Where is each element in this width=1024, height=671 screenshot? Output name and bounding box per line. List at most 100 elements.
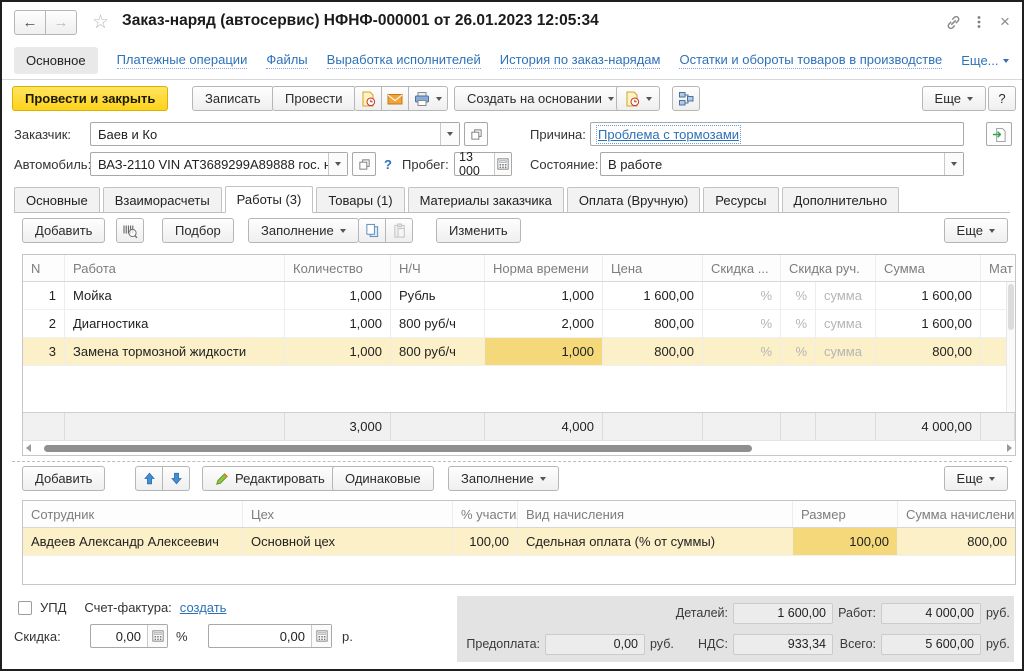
customer-dropdown-button[interactable] [440, 123, 459, 145]
car-help-icon[interactable]: ? [384, 157, 392, 172]
cell-accrual[interactable]: Сдельная оплата (% от суммы) [518, 528, 793, 555]
col-header-share[interactable]: % участия [453, 501, 518, 527]
works-pick-button[interactable]: Подбор [162, 218, 234, 243]
employees-table-empty-area[interactable] [23, 556, 1015, 584]
cell-discount-auto[interactable]: % [703, 338, 781, 365]
works-horizontal-scrollbar[interactable] [23, 440, 1015, 455]
state-combobox[interactable]: В работе [600, 152, 964, 176]
car-value[interactable]: ВАЗ-2110 VIN АТ3689299А89888 гос. н [91, 153, 328, 175]
cell-discount-manual-pct[interactable]: % [781, 282, 816, 309]
paste-rows-button[interactable] [385, 218, 413, 243]
cell-nh[interactable]: Рубль [391, 282, 485, 309]
tab-additional[interactable]: Дополнительно [782, 187, 900, 212]
write-button[interactable]: Записать [192, 86, 274, 111]
reason-value-link[interactable]: Проблема с тормозами [598, 127, 739, 142]
discount-percent-calculator-button[interactable] [147, 625, 167, 647]
col-header-shop[interactable]: Цех [243, 501, 453, 527]
discount-amount-value[interactable]: 0,00 [209, 625, 311, 647]
forward-button[interactable]: → [45, 10, 77, 35]
scroll-right-icon[interactable] [1007, 444, 1012, 452]
cell-discount-manual-sum[interactable]: сумма [816, 338, 876, 365]
scrollbar-thumb[interactable] [1008, 284, 1014, 330]
cell-price[interactable]: 1 600,00 [603, 282, 703, 309]
nav-link-performers-output[interactable]: Выработка исполнителей [327, 52, 481, 69]
state-dropdown-button[interactable] [944, 153, 963, 175]
cell-discount-auto[interactable]: % [703, 282, 781, 309]
cell-work[interactable]: Замена тормозной жидкости [65, 338, 285, 365]
post-and-close-button[interactable]: Провести и закрыть [12, 86, 168, 111]
tab-works[interactable]: Работы (3) [225, 186, 314, 213]
col-header-discount-auto[interactable]: Скидка ... [703, 255, 781, 281]
works-more-button[interactable]: Еще [944, 218, 1008, 243]
cell-time-norm[interactable]: 2,000 [485, 310, 603, 337]
tab-resources[interactable]: Ресурсы [703, 187, 778, 212]
cell-n[interactable]: 3 [23, 338, 65, 365]
col-header-materials[interactable]: Мат [981, 255, 1015, 281]
related-documents-button[interactable] [672, 86, 700, 111]
reason-import-button[interactable] [986, 122, 1012, 146]
nav-link-payment-operations[interactable]: Платежные операции [117, 52, 248, 69]
scrollbar-thumb[interactable] [44, 445, 752, 452]
cell-size-selected[interactable]: 100,00 [793, 528, 898, 555]
post-button[interactable]: Провести [272, 86, 356, 111]
move-up-button[interactable] [135, 466, 163, 491]
nav-more-button[interactable]: Еще... [961, 53, 1008, 68]
col-header-time-norm[interactable]: Норма времени [485, 255, 603, 281]
mileage-value[interactable]: 13 000 [455, 153, 494, 175]
cell-n[interactable]: 1 [23, 282, 65, 309]
works-vertical-scrollbar[interactable] [1006, 282, 1015, 412]
works-fill-button[interactable]: Заполнение [248, 218, 359, 243]
car-dropdown-button[interactable] [328, 153, 347, 175]
employees-row-1-selected[interactable]: Авдеев Александр Алексеевич Основной цех… [23, 528, 1015, 556]
discount-amount-field[interactable]: 0,00 [208, 624, 332, 648]
cell-work[interactable]: Диагностика [65, 310, 285, 337]
discount-percent-value[interactable]: 0,00 [91, 625, 147, 647]
print-button[interactable] [408, 86, 448, 111]
discount-percent-field[interactable]: 0,00 [90, 624, 168, 648]
kebab-menu-icon[interactable] [968, 11, 990, 33]
cell-discount-manual-pct[interactable]: % [781, 338, 816, 365]
works-row-1[interactable]: 1 Мойка 1,000 Рубль 1,000 1 600,00 % % с… [23, 282, 1015, 310]
move-down-button[interactable] [162, 466, 190, 491]
cell-discount-manual-sum[interactable]: сумма [816, 310, 876, 337]
works-add-button[interactable]: Добавить [22, 218, 105, 243]
col-header-size[interactable]: Размер [793, 501, 898, 527]
customer-combobox[interactable]: Баев и Ко [90, 122, 460, 146]
col-header-n[interactable]: N [23, 255, 65, 281]
employees-fill-button[interactable]: Заполнение [448, 466, 559, 491]
commandbar-more-button[interactable]: Еще [922, 86, 986, 111]
col-header-accrual-sum[interactable]: Сумма начисления [898, 501, 1015, 527]
cell-shop[interactable]: Основной цех [243, 528, 453, 555]
col-header-discount-manual[interactable]: Скидка руч. [781, 255, 876, 281]
works-edit-button[interactable]: Изменить [436, 218, 521, 243]
tab-settlements[interactable]: Взаиморасчеты [103, 187, 222, 212]
cell-time-norm[interactable]: 1,000 [485, 282, 603, 309]
car-open-button[interactable] [352, 152, 376, 176]
col-header-price[interactable]: Цена [603, 255, 703, 281]
post-document-button[interactable] [354, 86, 382, 111]
mileage-calculator-button[interactable] [494, 153, 511, 175]
cell-discount-manual-pct[interactable]: % [781, 310, 816, 337]
link-chain-icon[interactable] [942, 11, 964, 33]
discount-amount-calculator-button[interactable] [311, 625, 331, 647]
employees-add-button[interactable]: Добавить [22, 466, 105, 491]
col-header-employee[interactable]: Сотрудник [23, 501, 243, 527]
cell-time-norm-selected[interactable]: 1,000 [485, 338, 603, 365]
col-header-sum[interactable]: Сумма [876, 255, 981, 281]
nav-link-order-history[interactable]: История по заказ-нарядам [500, 52, 661, 69]
cell-price[interactable]: 800,00 [603, 338, 703, 365]
upd-checkbox[interactable] [18, 601, 32, 615]
copy-rows-button[interactable] [358, 218, 386, 243]
state-value[interactable]: В работе [601, 153, 944, 175]
cell-discount-manual-sum[interactable]: сумма [816, 282, 876, 309]
invoice-create-link[interactable]: создать [180, 600, 227, 615]
employees-more-button[interactable]: Еще [944, 466, 1008, 491]
cell-n[interactable]: 2 [23, 310, 65, 337]
cell-nh[interactable]: 800 руб/ч [391, 310, 485, 337]
cell-discount-auto[interactable]: % [703, 310, 781, 337]
cell-sum[interactable]: 800,00 [876, 338, 981, 365]
cell-qty[interactable]: 1,000 [285, 310, 391, 337]
barcode-scan-button[interactable] [116, 218, 144, 243]
works-row-3-selected[interactable]: 3 Замена тормозной жидкости 1,000 800 ру… [23, 338, 1015, 366]
send-email-button[interactable] [381, 86, 409, 111]
